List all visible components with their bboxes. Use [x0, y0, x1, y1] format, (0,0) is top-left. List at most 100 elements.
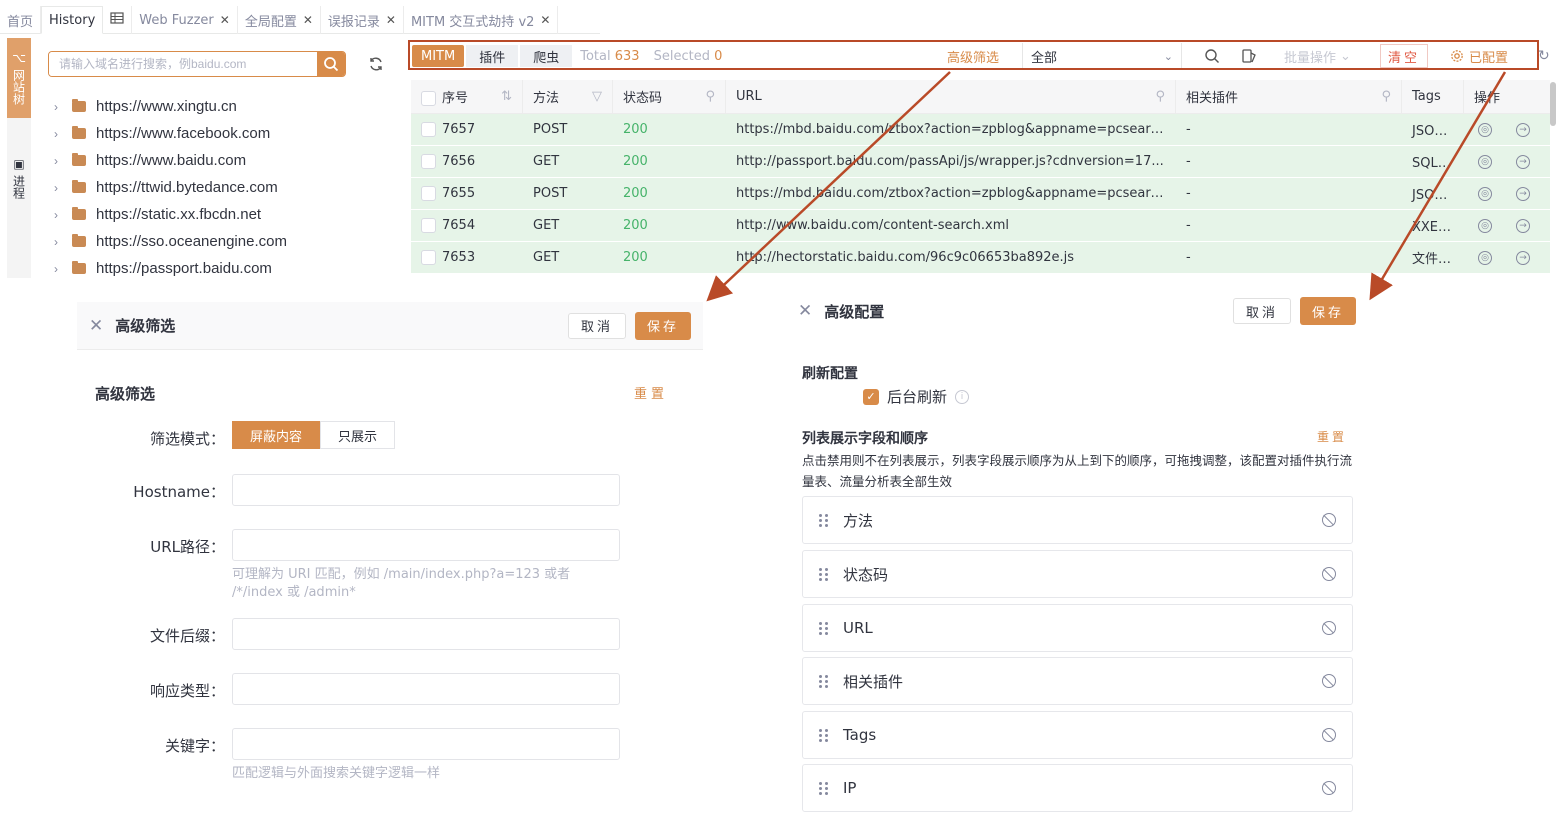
col-plugin[interactable]: 相关插件 ⚲: [1176, 80, 1402, 113]
chevron-right-icon[interactable]: ›: [50, 154, 62, 168]
filter-icon[interactable]: ▽: [592, 89, 602, 104]
chevron-right-icon[interactable]: ›: [50, 235, 62, 249]
col-no[interactable]: 序号 ⇅: [411, 80, 523, 113]
browser-icon[interactable]: ◎: [1478, 218, 1492, 233]
ban-icon[interactable]: [1322, 728, 1336, 742]
save-button[interactable]: 保存: [1299, 297, 1356, 325]
tree-item[interactable]: › https://ttwid.bytedance.com: [50, 174, 390, 201]
ban-icon[interactable]: [1322, 621, 1336, 635]
arrow-right-icon[interactable]: →: [1516, 122, 1530, 137]
close-icon[interactable]: ✕: [798, 301, 812, 321]
tab-mitm[interactable]: MITM 交互式劫持 v2 ✕: [404, 6, 559, 34]
color-swatch-icon[interactable]: [1238, 45, 1260, 67]
select-all-checkbox[interactable]: [421, 91, 436, 106]
field-item[interactable]: IP: [802, 764, 1353, 812]
table-row[interactable]: 7654 GET 200 http://www.baidu.com/conten…: [411, 210, 1550, 242]
url-path-input[interactable]: [232, 529, 620, 561]
col-url[interactable]: URL ⚲: [726, 80, 1176, 113]
close-icon[interactable]: ✕: [386, 13, 396, 27]
refresh-icon[interactable]: ↻: [1538, 48, 1550, 64]
tree-item[interactable]: › https://www.facebook.com: [50, 120, 390, 147]
tab-web-fuzzer[interactable]: Web Fuzzer ✕: [132, 6, 238, 34]
reset-button[interactable]: 重置: [634, 383, 668, 402]
drag-handle-icon[interactable]: [819, 513, 829, 527]
mode-option-block[interactable]: 屏蔽内容: [232, 421, 321, 449]
cancel-button[interactable]: 取消: [567, 312, 626, 339]
row-checkbox[interactable]: [421, 218, 436, 233]
drag-handle-icon[interactable]: [819, 781, 829, 795]
refresh-icon[interactable]: [366, 54, 386, 74]
tab-home[interactable]: 首页: [0, 6, 42, 34]
seg-plugin[interactable]: 插件: [466, 45, 519, 67]
ban-icon[interactable]: [1322, 513, 1336, 527]
table-row[interactable]: 7657 POST 200 https://mbd.baidu.com/ztbo…: [411, 114, 1550, 146]
search-icon[interactable]: [1201, 45, 1223, 67]
search-icon[interactable]: ⚲: [705, 89, 715, 104]
tab-table[interactable]: [103, 6, 133, 34]
ban-icon[interactable]: [1322, 781, 1336, 795]
table-row[interactable]: 7653 GET 200 http://hectorstatic.baidu.c…: [411, 242, 1550, 274]
clear-button[interactable]: 清空: [1380, 44, 1428, 68]
tree-item[interactable]: › https://passport.baidu.com: [50, 255, 390, 282]
seg-crawler[interactable]: 爬虫: [520, 45, 573, 67]
field-item[interactable]: Tags: [802, 711, 1353, 759]
batch-actions-dropdown[interactable]: 批量操作 ⌄: [1284, 47, 1351, 66]
bg-refresh-checkbox[interactable]: ✓ 后台刷新 i: [863, 386, 970, 407]
seg-mitm[interactable]: MITM: [412, 45, 465, 67]
tree-item[interactable]: › https://www.baidu.com: [50, 147, 390, 174]
cancel-button[interactable]: 取消: [1232, 298, 1291, 324]
tab-false-positive[interactable]: 误报记录 ✕: [321, 6, 404, 34]
table-row[interactable]: 7656 GET 200 http://passport.baidu.com/p…: [411, 146, 1550, 178]
search-button[interactable]: [317, 52, 345, 76]
drag-handle-icon[interactable]: [819, 621, 829, 635]
close-icon[interactable]: ✕: [540, 13, 550, 27]
browser-icon[interactable]: ◎: [1478, 250, 1492, 265]
tab-history[interactable]: History: [41, 6, 104, 34]
field-item[interactable]: URL: [802, 604, 1353, 652]
close-icon[interactable]: ✕: [303, 13, 313, 27]
arrow-right-icon[interactable]: →: [1516, 186, 1530, 201]
tab-global-config[interactable]: 全局配置 ✕: [238, 6, 321, 34]
col-method[interactable]: 方法 ▽: [523, 80, 613, 113]
search-icon[interactable]: ⚲: [1155, 89, 1165, 104]
sort-icon[interactable]: ⇅: [501, 89, 512, 104]
chevron-right-icon[interactable]: ›: [50, 262, 62, 276]
row-checkbox[interactable]: [421, 250, 436, 265]
side-tab-site-tree[interactable]: ⌥ 网站树: [7, 38, 31, 118]
chevron-right-icon[interactable]: ›: [50, 208, 62, 222]
save-button[interactable]: 保存: [634, 311, 691, 340]
table-scrollbar[interactable]: [1550, 82, 1556, 126]
ban-icon[interactable]: [1322, 567, 1336, 581]
hostname-input[interactable]: [232, 474, 620, 506]
field-item[interactable]: 状态码: [802, 550, 1353, 598]
chevron-right-icon[interactable]: ›: [50, 127, 62, 141]
row-checkbox[interactable]: [421, 122, 436, 137]
reset-button[interactable]: 重置: [1317, 428, 1347, 445]
row-checkbox[interactable]: [421, 154, 436, 169]
chevron-right-icon[interactable]: ›: [50, 100, 62, 114]
browser-icon[interactable]: ◎: [1478, 122, 1492, 137]
keyword-input[interactable]: [232, 728, 620, 760]
chevron-right-icon[interactable]: ›: [50, 181, 62, 195]
col-status[interactable]: 状态码 ⚲: [613, 80, 726, 113]
row-checkbox[interactable]: [421, 186, 436, 201]
arrow-right-icon[interactable]: →: [1516, 218, 1530, 233]
search-icon[interactable]: ⚲: [1381, 89, 1391, 104]
field-item[interactable]: 相关插件: [802, 657, 1353, 705]
arrow-right-icon[interactable]: →: [1516, 250, 1530, 265]
browser-icon[interactable]: ◎: [1478, 154, 1492, 169]
filter-select[interactable]: 全部 ⌄: [1022, 43, 1182, 69]
drag-handle-icon[interactable]: [819, 728, 829, 742]
tree-item[interactable]: › https://sso.oceanengine.com: [50, 228, 390, 255]
ban-icon[interactable]: [1322, 674, 1336, 688]
mode-option-show[interactable]: 只展示: [320, 421, 396, 449]
browser-icon[interactable]: ◎: [1478, 186, 1492, 201]
config-button[interactable]: 已配置: [1450, 47, 1508, 66]
drag-handle-icon[interactable]: [819, 567, 829, 581]
side-tab-process[interactable]: ▣ 进程: [7, 130, 31, 226]
tree-item[interactable]: › https://www.xingtu.cn: [50, 93, 390, 120]
drag-handle-icon[interactable]: [819, 674, 829, 688]
close-icon[interactable]: ✕: [89, 316, 103, 336]
domain-search-input[interactable]: [49, 52, 317, 76]
tree-item[interactable]: › https://static.xx.fbcdn.net: [50, 201, 390, 228]
